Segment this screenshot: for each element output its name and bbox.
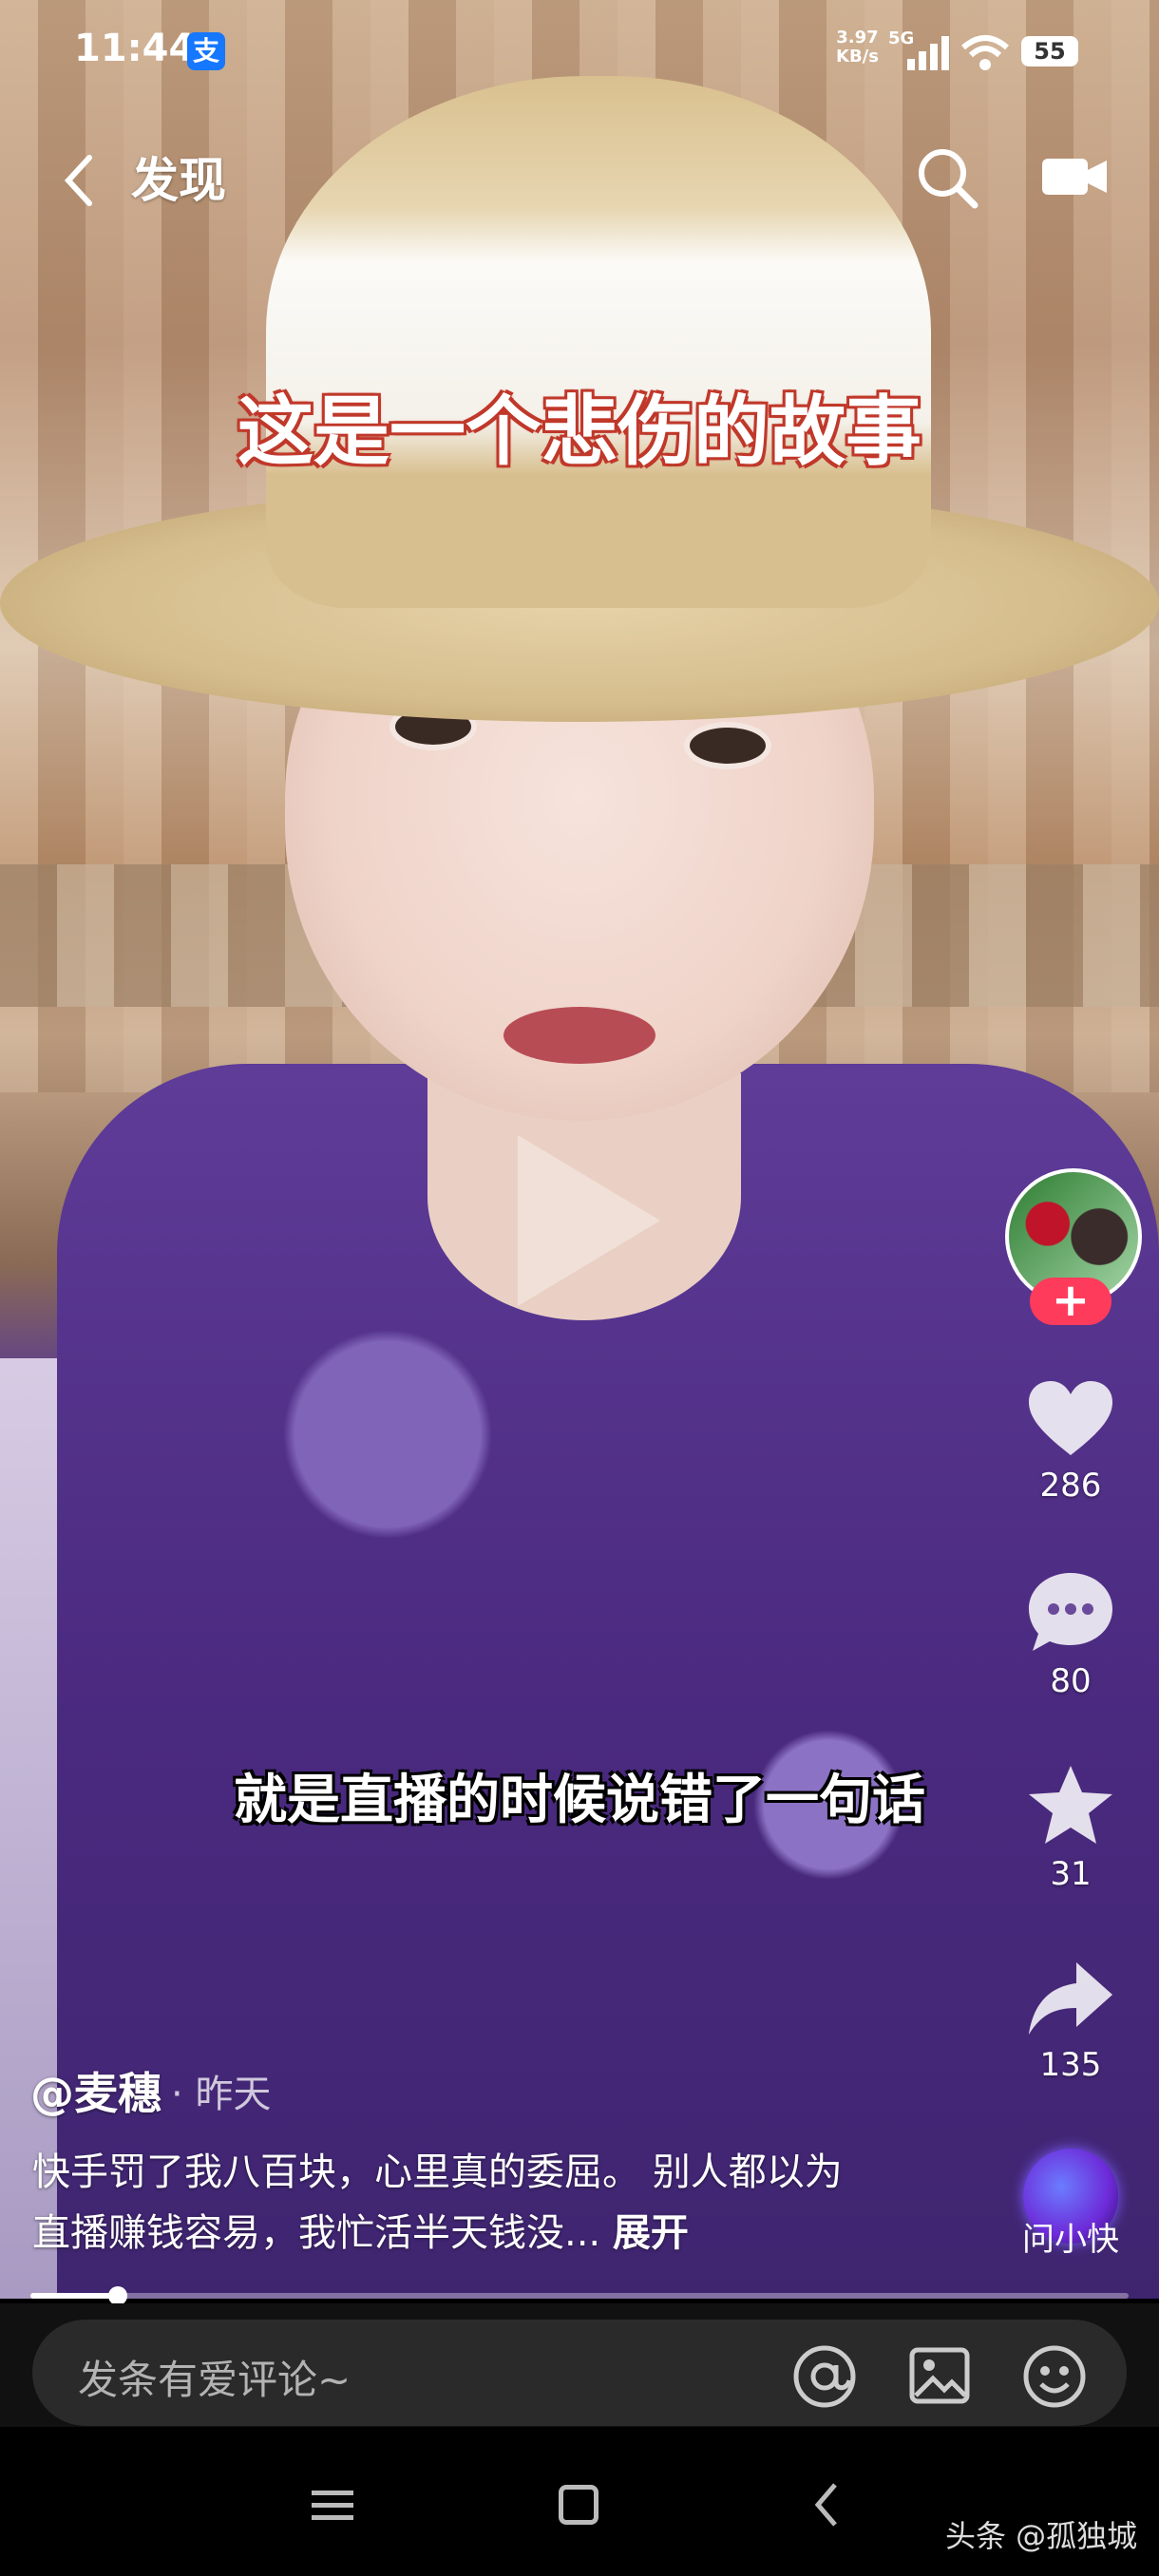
video-camera-icon[interactable] — [1040, 155, 1109, 199]
hat-crown — [266, 76, 931, 608]
comment-button[interactable]: 80 — [1007, 1569, 1134, 1700]
signal-icon — [907, 36, 951, 70]
status-time: 11:44 — [74, 27, 196, 70]
video-progress-handle[interactable] — [108, 2286, 128, 2305]
comment-placeholder[interactable]: 发条有爱评论~ — [78, 2348, 351, 2406]
network-speed: 3.97 KB/s — [836, 28, 879, 66]
video-subtitle: 就是直播的时候说错了一句话 — [234, 1770, 925, 1831]
share-arrow-icon — [1029, 1962, 1112, 2035]
person-lips — [504, 1007, 656, 1064]
network-speed-value: 3.97 — [836, 28, 879, 47]
status-bar: 11:44 支 3.97 KB/s 5G 55 — [0, 0, 1159, 104]
menu-icon[interactable] — [312, 2489, 353, 2523]
post-time-text: 昨天 — [195, 2073, 272, 2116]
video-overlay-title: 这是一个悲伤的故事 — [238, 388, 922, 476]
like-count: 286 — [1039, 1467, 1102, 1505]
share-button[interactable]: 135 — [1007, 1959, 1134, 2084]
network-speed-unit: KB/s — [836, 47, 879, 66]
share-count: 135 — [1039, 2046, 1102, 2084]
play-icon[interactable] — [518, 1135, 660, 1306]
favorite-count: 31 — [1050, 1855, 1092, 1893]
expand-link[interactable]: 展开 — [613, 2211, 689, 2255]
at-mention-icon[interactable] — [790, 2342, 859, 2411]
back-icon[interactable] — [812, 2481, 841, 2529]
chevron-left-icon[interactable] — [61, 152, 99, 209]
post-description-text: 快手罚了我八百块，心里真的委屈。 别人都以为直播赚钱容易，我忙活半天钱没... — [32, 2150, 843, 2255]
image-icon[interactable] — [908, 2344, 971, 2407]
comment-count: 80 — [1050, 1662, 1092, 1700]
page-title[interactable]: 发现 — [131, 142, 226, 211]
star-icon — [1029, 1766, 1112, 1844]
watermark: 头条 @孤独城 — [945, 2518, 1138, 2554]
home-icon[interactable] — [559, 2485, 598, 2525]
wifi-icon — [961, 35, 1009, 70]
video-progress-bar[interactable] — [30, 2286, 1129, 2305]
post-time: · 昨天 — [171, 2063, 271, 2118]
battery-indicator: 55 — [1021, 36, 1078, 66]
app-screen: 这是一个悲伤的故事 就是直播的时候说错了一句话 11:44 支 3.97 KB/… — [0, 0, 1159, 2576]
comment-bubble-icon — [1029, 1573, 1112, 1651]
ask-assistant-label[interactable]: 问小快 — [1007, 2213, 1134, 2260]
favorite-button[interactable]: 31 — [1007, 1762, 1134, 1893]
post-description: 快手罚了我八百块，心里真的委屈。 别人都以为直播赚钱容易，我忙活半天钱没... … — [32, 2142, 868, 2263]
heart-icon — [1029, 1381, 1112, 1455]
search-icon[interactable] — [914, 144, 980, 211]
emoji-icon[interactable] — [1020, 2342, 1089, 2411]
video-player[interactable]: 这是一个悲伤的故事 就是直播的时候说错了一句话 — [0, 0, 1159, 2299]
like-button[interactable]: 286 — [1007, 1377, 1134, 1505]
video-progress-fill — [30, 2293, 119, 2299]
author-name[interactable]: @麦穗 — [30, 2059, 162, 2122]
alipay-icon: 支 — [187, 32, 225, 70]
follow-button[interactable]: + — [1030, 1278, 1112, 1325]
time-separator: · — [171, 2073, 183, 2116]
person-eye — [684, 722, 771, 769]
